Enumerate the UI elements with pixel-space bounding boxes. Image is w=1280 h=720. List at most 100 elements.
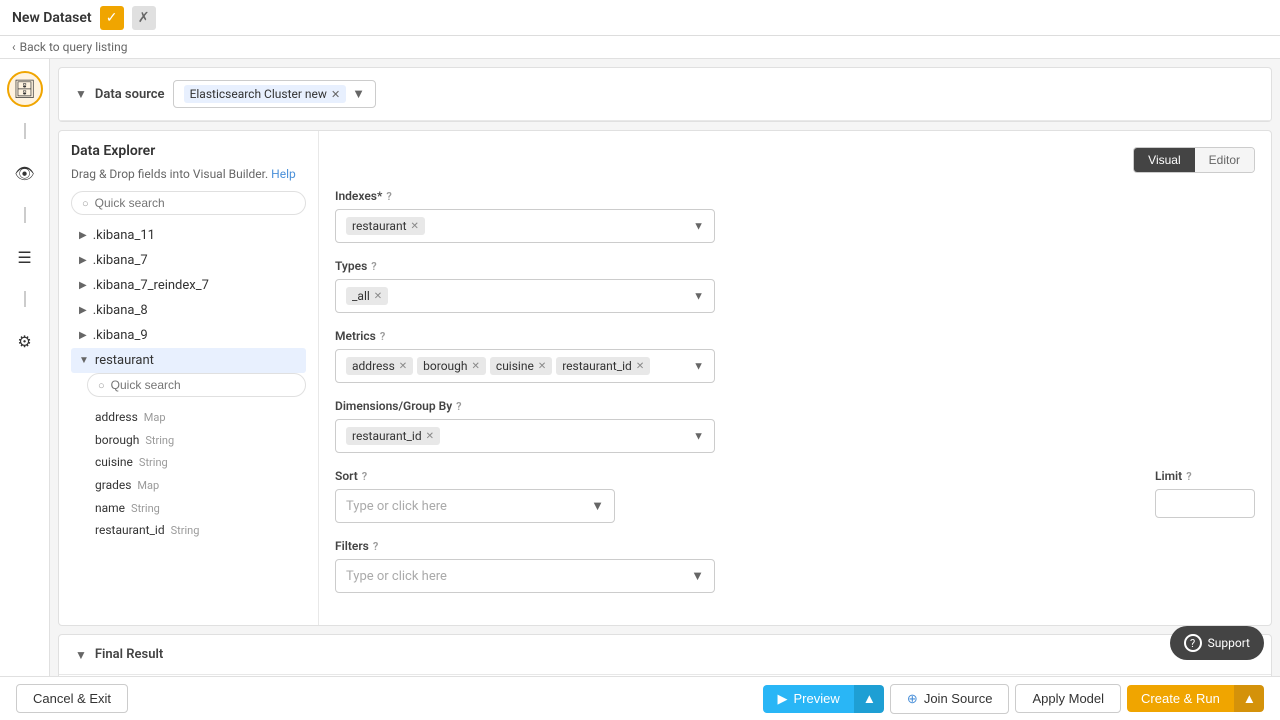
types-help-icon[interactable]: ? <box>371 260 376 273</box>
limit-input[interactable]: 10000 <box>1155 489 1255 518</box>
metric-tag-restaurant-id: restaurant_id ✕ <box>556 357 650 375</box>
metrics-group: Metrics ? address ✕ borough ✕ <box>335 329 1255 383</box>
confirm-button[interactable]: ✓ <box>100 6 124 30</box>
metrics-arrow: ▼ <box>693 360 704 373</box>
tree-item-kibana8[interactable]: ▶ .kibana_8 <box>71 298 306 323</box>
limit-help-icon[interactable]: ? <box>1186 470 1191 483</box>
support-circle-icon: ? <box>1184 634 1202 652</box>
index-tag-restaurant-close[interactable]: ✕ <box>411 221 419 232</box>
tree-item-kibana7reindex[interactable]: ▶ .kibana_7_reindex_7 <box>71 273 306 298</box>
icon-sidebar: 🗄 👁 ☰ ⚙ <box>0 59 50 717</box>
filters-select[interactable]: Type or click here ▼ <box>335 559 715 593</box>
sidebar-icon-gear[interactable]: ⚙ <box>7 323 43 359</box>
limit-label: Limit ? <box>1155 469 1255 483</box>
metrics-help-icon[interactable]: ? <box>380 330 385 343</box>
indexes-select[interactable]: restaurant ✕ ▼ <box>335 209 715 243</box>
join-source-button[interactable]: ⊕ Join Source <box>890 684 1010 714</box>
dimensions-label: Dimensions/Group By ? <box>335 399 1255 413</box>
datasource-select[interactable]: Elasticsearch Cluster new ✕ ▼ <box>173 80 376 108</box>
connector-2 <box>24 207 26 223</box>
field-cuisine[interactable]: cuisine String <box>87 451 306 473</box>
field-borough[interactable]: borough String <box>87 429 306 451</box>
dimension-tag-restaurant-id-close[interactable]: ✕ <box>426 431 434 442</box>
final-result-header: ▼ Final Result <box>59 635 1271 675</box>
drag-hint-text: Drag & Drop fields into Visual Builder. <box>71 167 268 181</box>
limit-group: Limit ? 10000 <box>1155 469 1255 518</box>
sidebar-icon-eye[interactable]: 👁 <box>7 155 43 191</box>
bottom-right: ▶ Preview ▲ ⊕ Join Source Apply Model Cr… <box>763 684 1264 714</box>
dimensions-select[interactable]: restaurant_id ✕ ▼ <box>335 419 715 453</box>
indexes-group: Indexes* ? restaurant ✕ ▼ <box>335 189 1255 243</box>
field-restaurant-id[interactable]: restaurant_id String <box>87 519 306 541</box>
quick-search-input-2[interactable] <box>111 378 295 392</box>
sidebar-icon-database[interactable]: 🗄 <box>7 71 43 107</box>
metrics-select[interactable]: address ✕ borough ✕ cuisine ✕ <box>335 349 715 383</box>
search-icon-2: ○ <box>98 379 105 392</box>
bottom-bar: Cancel & Exit ▶ Preview ▲ ⊕ Join Source … <box>0 676 1280 720</box>
metric-tag-address-close[interactable]: ✕ <box>399 361 407 372</box>
support-button[interactable]: ? Support <box>1170 626 1264 660</box>
create-run-caret-button[interactable]: ▲ <box>1234 685 1264 712</box>
preview-button[interactable]: ▶ Preview <box>763 685 853 713</box>
tree-list: ▶ .kibana_11 ▶ .kibana_7 ▶ .kibana_7_rei… <box>71 223 306 541</box>
field-address[interactable]: address Map + <box>87 405 306 429</box>
dimensions-arrow: ▼ <box>693 430 704 443</box>
tree-item-kibana9[interactable]: ▶ .kibana_9 <box>71 323 306 348</box>
visual-view-btn[interactable]: Visual <box>1134 148 1194 172</box>
dimensions-group: Dimensions/Group By ? restaurant_id ✕ ▼ <box>335 399 1255 453</box>
types-select[interactable]: _all ✕ ▼ <box>335 279 715 313</box>
type-tag-all-close[interactable]: ✕ <box>374 291 382 302</box>
editor-view-btn[interactable]: Editor <box>1195 148 1254 172</box>
tree-item-restaurant[interactable]: ▼ restaurant <box>71 348 306 373</box>
types-arrow: ▼ <box>693 290 704 303</box>
metric-tag-cuisine-close[interactable]: ✕ <box>538 361 546 372</box>
filters-group: Filters ? Type or click here ▼ <box>335 539 1255 593</box>
bottom-left: Cancel & Exit <box>16 684 128 713</box>
create-run-button[interactable]: Create & Run <box>1127 685 1234 712</box>
right-panel: Visual Editor Indexes* ? restaurant <box>319 131 1271 625</box>
datasource-header: ▼ Data source Elasticsearch Cluster new … <box>59 68 1271 121</box>
dimensions-help-icon[interactable]: ? <box>456 400 461 413</box>
preview-play-icon: ▶ <box>777 691 787 707</box>
data-explorer-title: Data Explorer <box>71 143 306 159</box>
help-link[interactable]: Help <box>271 167 296 181</box>
metrics-label: Metrics ? <box>335 329 1255 343</box>
filters-help-icon[interactable]: ? <box>373 540 378 553</box>
tree-item-kibana7[interactable]: ▶ .kibana_7 <box>71 248 306 273</box>
datasource-tag-label: Elasticsearch Cluster new <box>190 87 327 101</box>
back-link[interactable]: ‹ Back to query listing <box>0 36 1280 59</box>
quick-search-2[interactable]: ○ <box>87 373 306 397</box>
filters-arrow: ▼ <box>691 568 704 584</box>
metric-tag-borough-close[interactable]: ✕ <box>472 361 480 372</box>
final-result-label: Final Result <box>95 647 163 662</box>
sidebar-icon-list[interactable]: ☰ <box>7 239 43 275</box>
apply-model-button[interactable]: Apply Model <box>1015 684 1121 713</box>
metric-tag-restaurant-id-close[interactable]: ✕ <box>636 361 644 372</box>
metric-tag-cuisine: cuisine ✕ <box>490 357 552 375</box>
indexes-help-icon[interactable]: ? <box>386 190 391 203</box>
sort-help-icon[interactable]: ? <box>362 470 367 483</box>
cancel-button[interactable]: ✗ <box>132 6 156 30</box>
database-icon: 🗄 <box>13 79 36 100</box>
datasource-tag-close[interactable]: ✕ <box>331 88 340 101</box>
preview-group: ▶ Preview ▲ <box>763 685 883 713</box>
preview-caret-button[interactable]: ▲ <box>854 685 884 713</box>
support-label: Support <box>1208 636 1250 650</box>
metric-tag-borough: borough ✕ <box>417 357 486 375</box>
join-source-label: Join Source <box>924 691 993 706</box>
create-caret-icon: ▲ <box>1243 691 1256 706</box>
field-name[interactable]: name String <box>87 497 306 519</box>
quick-search-input-1[interactable] <box>95 196 295 210</box>
sort-label: Sort ? <box>335 469 1143 483</box>
preview-caret-icon: ▲ <box>863 691 876 706</box>
final-result-collapse-btn[interactable]: ▼ <box>75 648 87 662</box>
datasource-collapse-btn[interactable]: ▼ <box>75 87 87 101</box>
cancel-exit-button[interactable]: Cancel & Exit <box>16 684 128 713</box>
dimension-tag-restaurant-id: restaurant_id ✕ <box>346 427 440 445</box>
tree-item-kibana11[interactable]: ▶ .kibana_11 <box>71 223 306 248</box>
sort-select[interactable]: Type or click here ▼ <box>335 489 615 523</box>
datasource-dropdown-arrow[interactable]: ▼ <box>352 86 365 102</box>
field-grades[interactable]: grades Map + <box>87 473 306 497</box>
type-tag-all: _all ✕ <box>346 287 388 305</box>
quick-search-1[interactable]: ○ <box>71 191 306 215</box>
